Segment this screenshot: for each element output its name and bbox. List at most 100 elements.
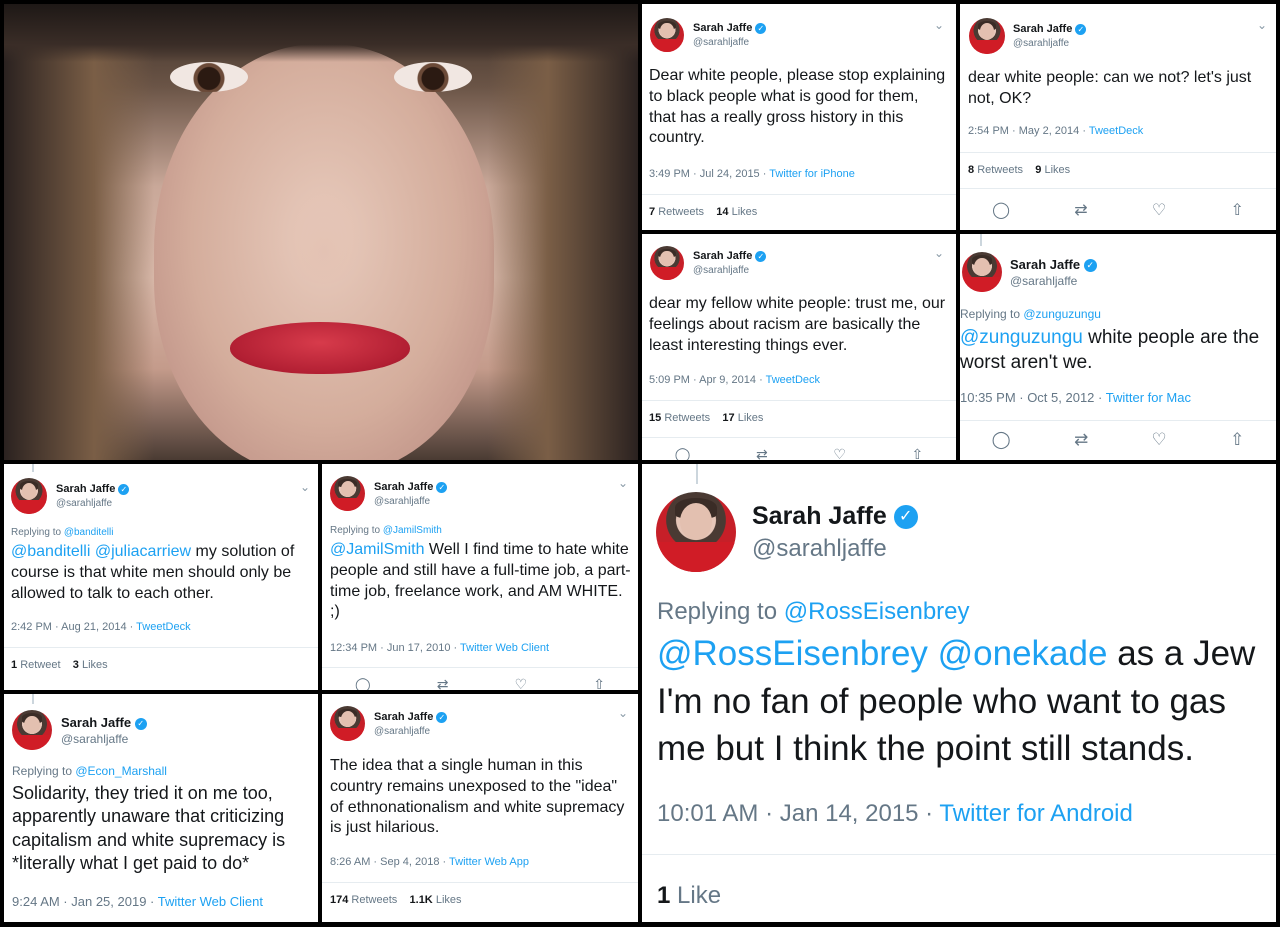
action-bar: ◯ ⇄ ♡ ⇧ [642,446,956,460]
chevron-down-icon[interactable]: ⌄ [1257,18,1267,32]
avatar[interactable] [12,710,52,750]
tweet-card[interactable]: Sarah Jaffe ✓ @sarahljaffe ⌄ dear my fel… [642,234,956,460]
reply-to-link[interactable]: @banditelli [64,527,114,538]
like-icon[interactable]: ♡ [1152,200,1166,220]
source-link[interactable]: Twitter for iPhone [769,168,855,180]
like-icon[interactable]: ♡ [1152,430,1167,450]
author-handle[interactable]: @sarahljaffe [1010,274,1077,288]
author-name[interactable]: Sarah Jaffe ✓ [752,502,918,531]
author-name[interactable]: Sarah Jaffe ✓ [374,481,448,493]
mention-links[interactable]: @JamilSmith [330,541,424,558]
replying-to: Replying to @banditelli [11,527,114,538]
reply-to-link[interactable]: @RossEisenbrey [784,598,970,625]
tweet-card[interactable]: Sarah Jaffe ✓ @sarahljaffe Replying to @… [4,694,318,922]
reply-to-link[interactable]: @JamilSmith [383,525,442,536]
source-link[interactable]: Twitter Web App [449,856,529,868]
share-icon[interactable]: ⇧ [1230,200,1243,220]
source-link[interactable]: TweetDeck [1089,125,1143,137]
chevron-down-icon[interactable]: ⌄ [934,246,944,260]
reply-to-link[interactable]: @zunguzungu [1023,307,1101,321]
tweet-meta: 3:49 PM · Jul 24, 2015 · Twitter for iPh… [649,168,855,180]
tweet-stats[interactable]: 8 Retweets 9 Likes [968,164,1070,176]
tweet-meta: 10:35 PM · Oct 5, 2012 · Twitter for Mac [960,390,1191,405]
reply-icon[interactable]: ◯ [355,676,371,690]
like-icon[interactable]: ♡ [515,676,528,690]
tweet-stats[interactable]: 15 Retweets 17 Likes [649,412,763,424]
tweet-stats[interactable]: 7 Retweets 14 Likes [649,206,757,218]
replying-to: Replying to @RossEisenbrey [657,598,970,625]
avatar[interactable] [330,476,365,511]
verified-icon: ✓ [134,717,147,730]
retweet-icon[interactable]: ⇄ [1074,430,1088,450]
author-handle[interactable]: @sarahljaffe [693,37,749,48]
share-icon[interactable]: ⇧ [593,676,605,690]
tweet-meta: 2:42 PM · Aug 21, 2014 · TweetDeck [11,621,191,633]
author-name[interactable]: Sarah Jaffe ✓ [374,711,448,723]
avatar[interactable] [962,252,1002,292]
tweet-text: @zunguzungu white people are the worst a… [960,327,1260,373]
tweet-card[interactable]: Sarah Jaffe ✓ @sarahljaffe ⌄ The idea th… [322,694,638,922]
source-link[interactable]: TweetDeck [766,374,820,386]
reply-icon[interactable]: ◯ [992,430,1011,450]
author-handle[interactable]: @sarahljaffe [374,496,430,507]
source-link[interactable]: Twitter for Android [939,800,1132,827]
author-handle[interactable]: @sarahljaffe [693,265,749,276]
verified-icon: ✓ [1075,23,1087,35]
reply-icon[interactable]: ◯ [992,200,1010,220]
author-name[interactable]: Sarah Jaffe ✓ [1010,257,1097,273]
source-link[interactable]: Twitter Web Client [460,642,549,654]
author-name[interactable]: Sarah Jaffe ✓ [56,483,130,495]
author-handle[interactable]: @sarahljaffe [61,732,128,746]
verified-icon: ✓ [893,505,918,530]
tweet-card[interactable]: Sarah Jaffe ✓ @sarahljaffe ⌄ Replying to… [322,464,638,690]
avatar[interactable] [330,706,365,741]
action-bar: ◯ ⇄ ♡ ⇧ [960,430,1276,450]
tweet-card[interactable]: Sarah Jaffe ✓ @sarahljaffe ⌄ Replying to… [4,464,318,690]
mention-links[interactable]: @zunguzungu [960,327,1083,348]
tweet-stats[interactable]: 1 Like [657,882,721,910]
mention-links[interactable]: @RossEisenbrey @onekade [657,634,1107,673]
chevron-down-icon[interactable]: ⌄ [934,18,944,32]
verified-icon: ✓ [436,481,448,493]
tweet-stats[interactable]: 1 Retweet 3 Likes [11,659,108,671]
avatar[interactable] [656,492,736,572]
chevron-down-icon[interactable]: ⌄ [618,706,628,720]
avatar[interactable] [11,478,47,514]
source-link[interactable]: TweetDeck [136,621,190,633]
chevron-down-icon[interactable]: ⌄ [300,480,310,494]
author-handle[interactable]: @sarahljaffe [1013,38,1069,49]
author-name[interactable]: Sarah Jaffe ✓ [693,250,767,262]
tweet-text: dear white people: can we not? let's jus… [968,69,1252,107]
tweet-card[interactable]: Sarah Jaffe ✓ @sarahljaffe ⌄ Dear white … [642,4,956,230]
hair-right [488,4,638,460]
source-link[interactable]: Twitter for Mac [1106,390,1191,405]
author-handle[interactable]: @sarahljaffe [752,535,887,563]
share-icon[interactable]: ⇧ [911,446,923,460]
author-name[interactable]: Sarah Jaffe ✓ [693,22,767,34]
avatar[interactable] [969,18,1005,54]
source-link[interactable]: Twitter Web Client [158,894,263,909]
avatar[interactable] [650,18,684,52]
author-handle[interactable]: @sarahljaffe [56,498,112,509]
avatar[interactable] [650,246,684,280]
retweet-icon[interactable]: ⇄ [756,446,768,460]
reply-to-link[interactable]: @Econ_Marshall [75,764,167,778]
share-icon[interactable]: ⇧ [1230,430,1244,450]
tweet-meta: 10:01 AM · Jan 14, 2015 · Twitter for An… [657,800,1133,827]
author-name[interactable]: Sarah Jaffe ✓ [61,715,147,730]
chevron-down-icon[interactable]: ⌄ [618,476,628,490]
tweet-card[interactable]: Sarah Jaffe ✓ @sarahljaffe ⌄ dear white … [960,4,1276,230]
retweet-icon[interactable]: ⇄ [1074,200,1087,220]
tweet-card[interactable]: Sarah Jaffe ✓ @sarahljaffe Replying to @… [642,464,1276,922]
retweet-icon[interactable]: ⇄ [437,676,449,690]
reply-icon[interactable]: ◯ [675,446,691,460]
mention-links[interactable]: @banditelli @juliacarriew [11,543,191,560]
replying-to: Replying to @Econ_Marshall [12,764,167,778]
author-name[interactable]: Sarah Jaffe ✓ [1013,23,1087,35]
tweet-card[interactable]: Sarah Jaffe ✓ @sarahljaffe Replying to @… [960,234,1276,460]
tweet-text: dear my fellow white people: trust me, o… [649,295,946,354]
tweet-stats[interactable]: 174 Retweets 1.1K Likes [330,894,462,906]
thread-line [32,694,34,704]
author-handle[interactable]: @sarahljaffe [374,726,430,737]
like-icon[interactable]: ♡ [833,446,846,460]
